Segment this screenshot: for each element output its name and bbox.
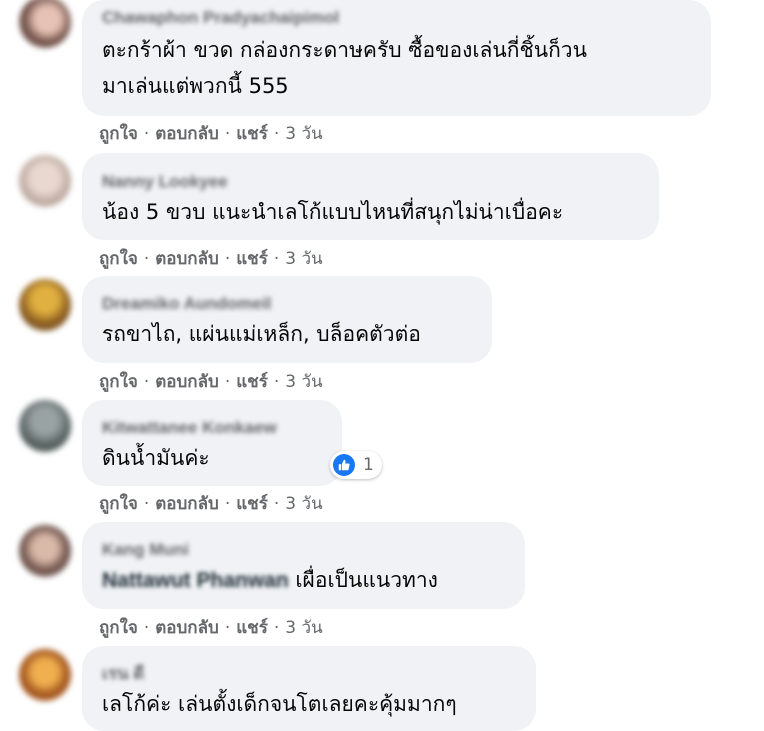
share-action[interactable]: แชร์ — [236, 372, 268, 392]
comment-author[interactable]: Chawaphon Pradyachaipimol — [102, 8, 691, 28]
comment-author[interactable]: Dreamiko Aundomeil — [102, 294, 472, 314]
comment-text: เลโก้ค่ะ เล่นตั้งเด็กจนโตเลยคะคุ้มมากๆ — [102, 692, 457, 716]
comment-bubble: Nanny Lookyee น้อง 5 ขวบ แนะนำเลโก้แบบไห… — [82, 153, 659, 240]
comment-actions: ถูกใจ · ตอบกลับ · แชร์ · 3 วัน — [99, 249, 323, 269]
like-action[interactable]: ถูกใจ — [99, 124, 138, 144]
separator: · — [143, 124, 150, 144]
comment-actions: ถูกใจ · ตอบกลับ · แชร์ · 3 วัน — [99, 372, 323, 392]
comment-author[interactable]: เรน ดี — [102, 664, 516, 684]
like-action[interactable]: ถูกใจ — [99, 618, 138, 638]
share-action[interactable]: แชร์ — [236, 618, 268, 638]
comment-actions: ถูกใจ · ตอบกลับ · แชร์ · 3 วัน — [99, 618, 323, 638]
separator: · — [273, 618, 280, 638]
avatar[interactable] — [19, 0, 71, 48]
avatar[interactable] — [19, 400, 71, 452]
separator: · — [273, 372, 280, 392]
tagged-user[interactable]: Nattawut Phanwan — [102, 569, 289, 592]
separator: · — [143, 372, 150, 392]
share-action[interactable]: แชร์ — [236, 124, 268, 144]
like-action[interactable]: ถูกใจ — [99, 494, 138, 514]
separator: · — [224, 618, 231, 638]
separator: · — [143, 494, 150, 514]
avatar[interactable] — [19, 525, 71, 577]
comment-text: รถขาไถ, แผ่นแม่เหล็ก, บล็อคตัวต่อ — [102, 322, 421, 346]
avatar[interactable] — [19, 279, 71, 331]
avatar[interactable] — [19, 155, 71, 207]
comment-author[interactable]: Kang Muni — [102, 540, 505, 560]
separator: · — [224, 372, 231, 392]
separator: · — [143, 249, 150, 269]
comment-text-tail: เผื่อเป็นแนวทาง — [288, 568, 438, 592]
comment-actions: ถูกใจ · ตอบกลับ · แชร์ · 3 วัน — [99, 124, 323, 144]
timestamp[interactable]: 3 วัน — [285, 249, 322, 269]
comment-text: มาเล่นแต่พวกนี้ 555 — [102, 74, 289, 98]
timestamp[interactable]: 3 วัน — [285, 494, 322, 514]
share-action[interactable]: แชร์ — [236, 249, 268, 269]
comment-actions: ถูกใจ · ตอบกลับ · แชร์ · 3 วัน — [99, 494, 323, 514]
comment-text: ดินน้ำมันค่ะ — [102, 446, 210, 470]
separator: · — [143, 618, 150, 638]
avatar[interactable] — [19, 649, 71, 701]
reply-action[interactable]: ตอบกลับ — [155, 372, 219, 392]
separator: · — [224, 494, 231, 514]
like-action[interactable]: ถูกใจ — [99, 249, 138, 269]
timestamp[interactable]: 3 วัน — [285, 618, 322, 638]
reply-action[interactable]: ตอบกลับ — [155, 494, 219, 514]
like-action[interactable]: ถูกใจ — [99, 372, 138, 392]
share-action[interactable]: แชร์ — [236, 494, 268, 514]
separator: · — [273, 124, 280, 144]
comment-text: Nattawut Phanwan เผื่อเป็นแนวทาง — [102, 562, 505, 599]
comment-text: ตะกร้าผ้า ขวด กล่องกระดาษครับ ซื้อของเล่… — [102, 38, 587, 62]
separator: · — [273, 249, 280, 269]
comment-bubble: Chawaphon Pradyachaipimol ตะกร้าผ้า ขวด … — [82, 0, 711, 116]
reaction-count: 1 — [363, 455, 374, 475]
separator: · — [224, 124, 231, 144]
comment-bubble: Kitwattanee Konkaew ดินน้ำมันค่ะ — [82, 400, 342, 486]
separator: · — [224, 249, 231, 269]
like-icon — [333, 454, 355, 476]
comment-author[interactable]: Kitwattanee Konkaew — [102, 418, 322, 438]
timestamp[interactable]: 3 วัน — [285, 124, 322, 144]
reply-action[interactable]: ตอบกลับ — [155, 618, 219, 638]
timestamp[interactable]: 3 วัน — [285, 372, 322, 392]
comment-author[interactable]: Nanny Lookyee — [102, 172, 639, 192]
comment-bubble: เรน ดี เลโก้ค่ะ เล่นตั้งเด็กจนโตเลยคะคุ้… — [82, 646, 536, 731]
reply-action[interactable]: ตอบกลับ — [155, 124, 219, 144]
reaction-summary[interactable]: 1 — [330, 451, 382, 479]
separator: · — [273, 494, 280, 514]
comment-bubble: Kang Muni Nattawut Phanwan เผื่อเป็นแนวท… — [82, 522, 525, 609]
comment-bubble: Dreamiko Aundomeil รถขาไถ, แผ่นแม่เหล็ก,… — [82, 276, 492, 363]
reply-action[interactable]: ตอบกลับ — [155, 249, 219, 269]
comment-text: น้อง 5 ขวบ แนะนำเลโก้แบบไหนที่สนุกไม่น่า… — [102, 200, 564, 224]
